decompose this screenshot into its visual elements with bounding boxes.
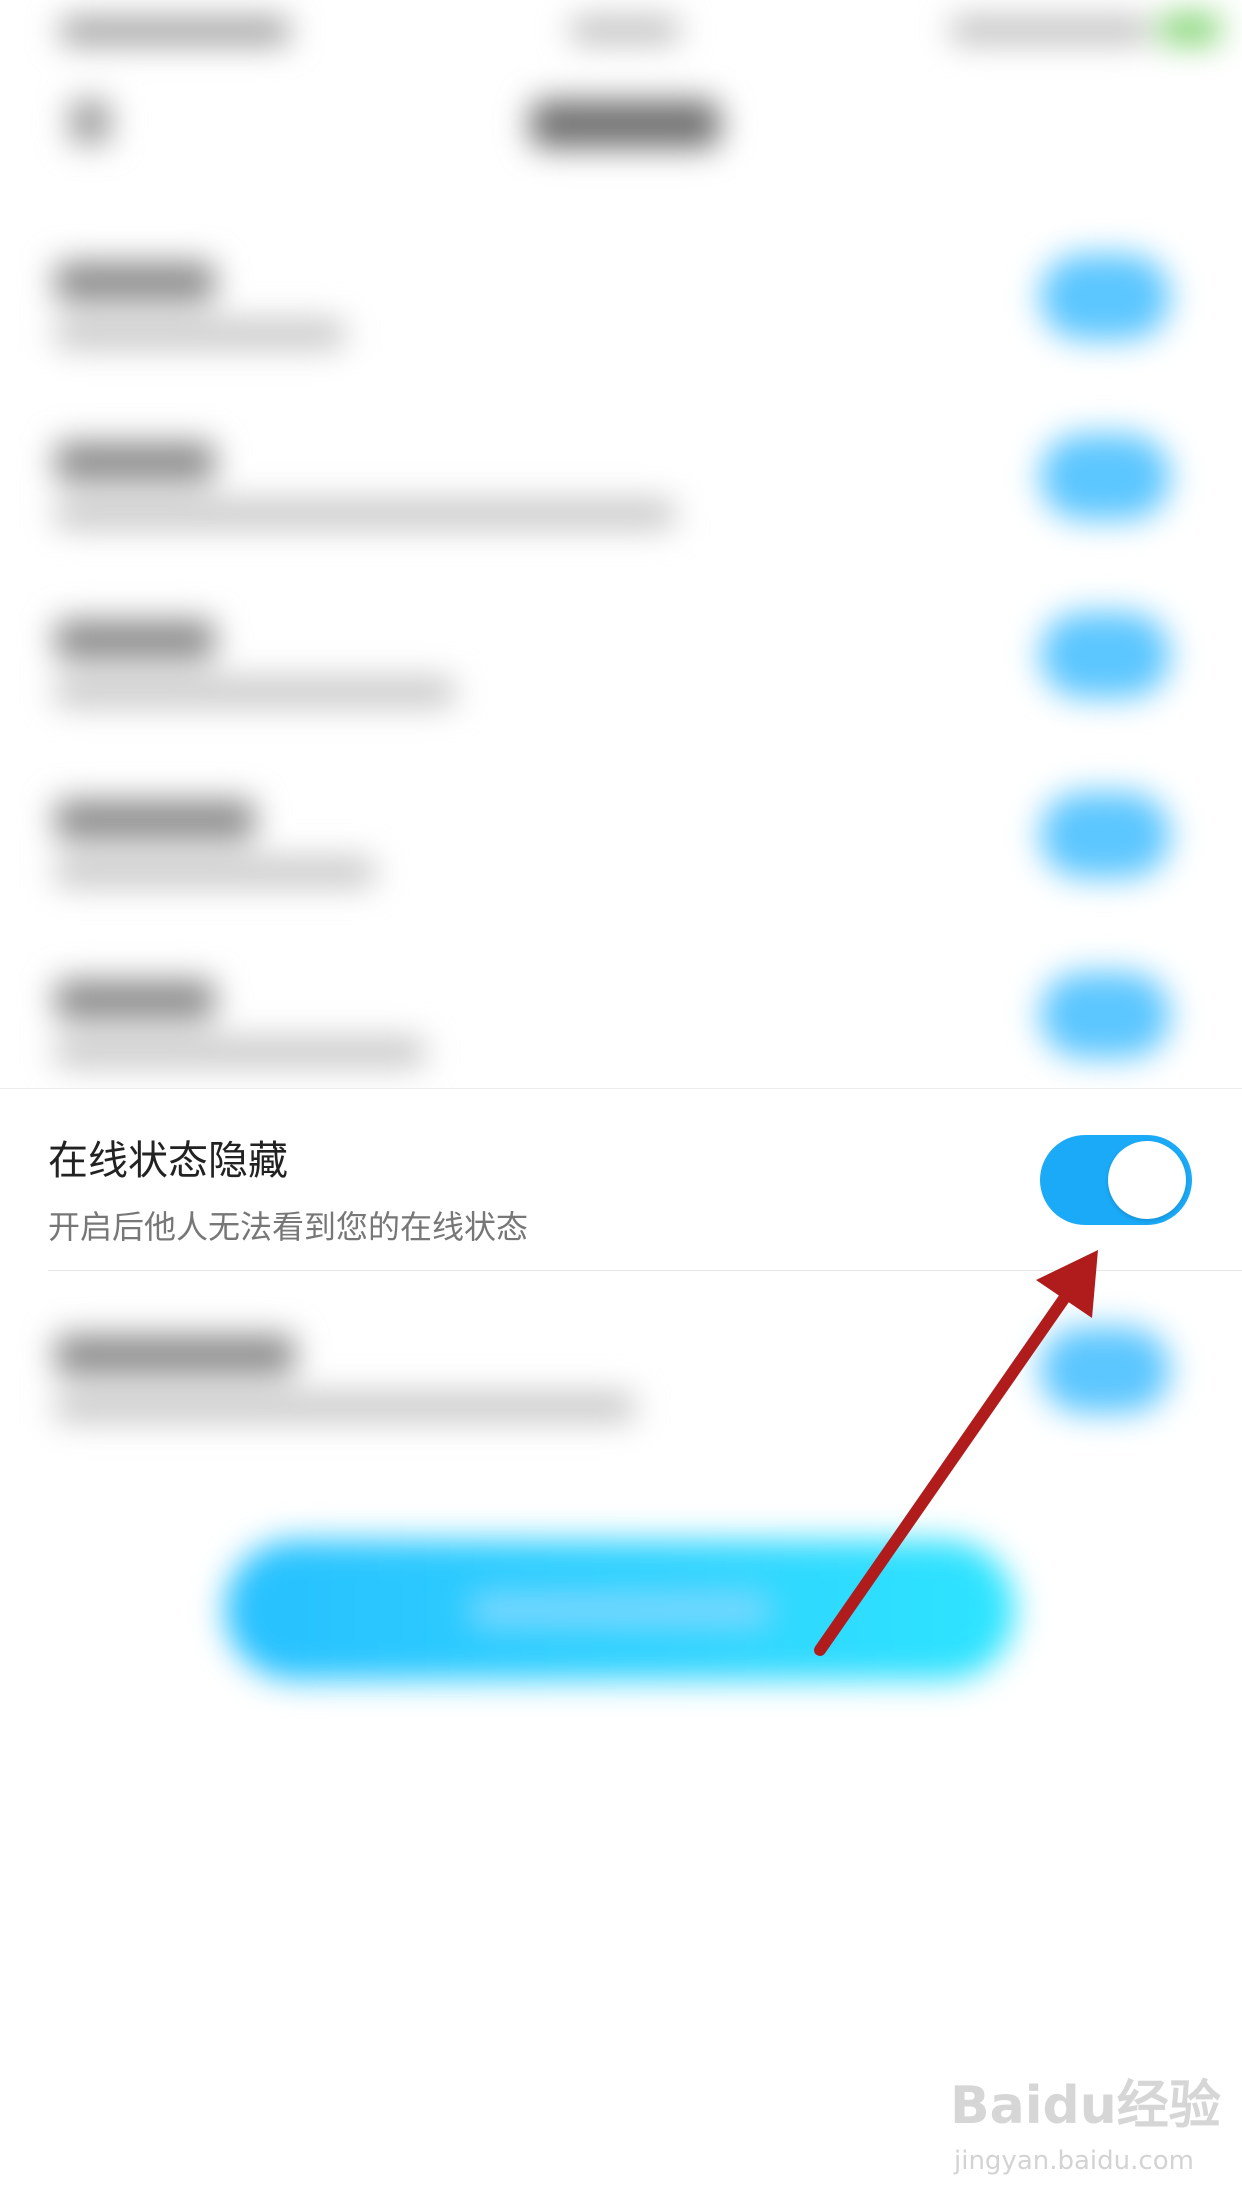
- blurred-row-title: [55, 442, 215, 482]
- blurred-setting-row: [0, 792, 1242, 950]
- blurred-row-subtitle: [55, 1393, 635, 1421]
- status-bar: [0, 0, 1242, 60]
- blurred-setting-row: [0, 434, 1242, 592]
- watermark-url: jingyan.baidu.com: [954, 2146, 1194, 2176]
- toggle-knob: [1108, 1141, 1186, 1219]
- blurred-row-subtitle: [55, 320, 345, 348]
- blurred-setting-row: [0, 254, 1242, 412]
- blurred-toggle[interactable]: [1040, 792, 1170, 878]
- page-title: [530, 100, 720, 148]
- status-bar-carrier: [60, 18, 290, 44]
- baidu-jingyan-watermark: Baidu经验 jingyan.baidu.com: [950, 2080, 1221, 2190]
- blurred-row-subtitle: [55, 678, 455, 706]
- blurred-row-title: [55, 1335, 295, 1375]
- blurred-row-title: [55, 262, 215, 302]
- blurred-row-subtitle: [55, 1038, 425, 1066]
- status-bar-time: [570, 18, 680, 42]
- battery-icon: [1160, 14, 1220, 44]
- row-divider: [48, 1270, 1242, 1271]
- online-status-hide-row: 在线状态隐藏 开启后他人无法看到您的在线状态: [0, 1088, 1242, 1271]
- blurred-toggle[interactable]: [1040, 972, 1170, 1058]
- blurred-row-subtitle: [55, 500, 675, 528]
- online-status-hide-toggle[interactable]: [1040, 1135, 1192, 1225]
- setting-description: 开启后他人无法看到您的在线状态: [48, 1208, 529, 1246]
- watermark-logo: Baidu经验: [950, 2076, 1221, 2136]
- status-bar-indicators: [950, 18, 1150, 42]
- blurred-setting-row: [0, 1327, 1242, 1485]
- back-arrow-icon[interactable]: [70, 100, 110, 144]
- blurred-button-label: [470, 1592, 770, 1628]
- blurred-row-title: [55, 620, 215, 660]
- blurred-row-subtitle: [55, 858, 375, 886]
- blurred-row-title: [55, 980, 215, 1020]
- blurred-row-title: [55, 800, 255, 840]
- blurred-toggle[interactable]: [1040, 612, 1170, 698]
- blurred-toggle[interactable]: [1040, 254, 1170, 340]
- setting-title: 在线状态隐藏: [48, 1138, 288, 1184]
- blurred-toggle[interactable]: [1040, 1327, 1170, 1413]
- blurred-toggle[interactable]: [1040, 434, 1170, 520]
- blurred-setting-row: [0, 612, 1242, 770]
